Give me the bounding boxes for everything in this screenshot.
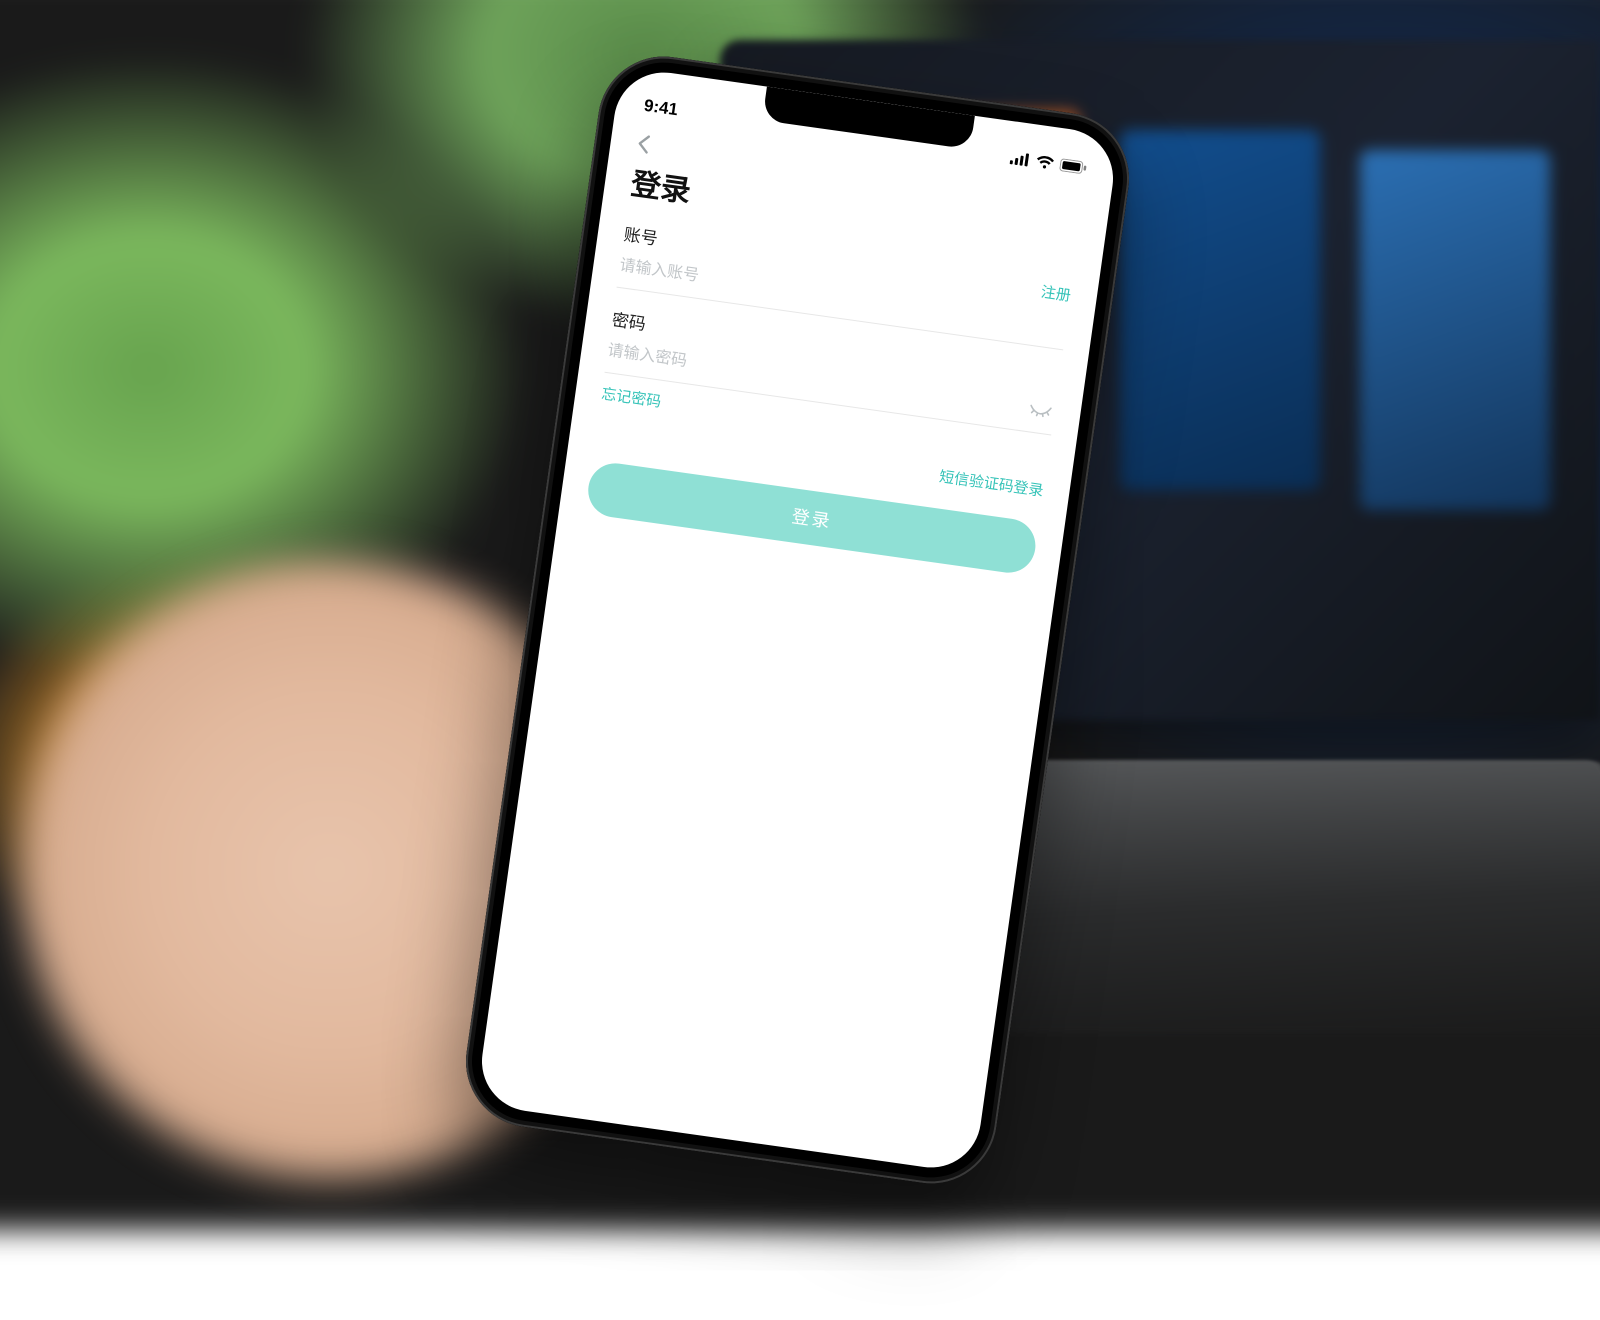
- battery-icon: [1059, 158, 1088, 175]
- forgot-password-link[interactable]: 忘记密码: [600, 383, 662, 412]
- status-time: 9:41: [643, 96, 679, 121]
- chevron-left-icon: [635, 133, 652, 155]
- status-icons: [1010, 151, 1088, 175]
- toggle-password-visibility[interactable]: [1027, 401, 1054, 425]
- back-button[interactable]: [635, 133, 658, 156]
- wifi-icon: [1035, 154, 1055, 169]
- eye-closed-icon: [1027, 401, 1053, 420]
- cellular-icon: [1010, 151, 1032, 167]
- register-link[interactable]: 注册: [1040, 281, 1073, 306]
